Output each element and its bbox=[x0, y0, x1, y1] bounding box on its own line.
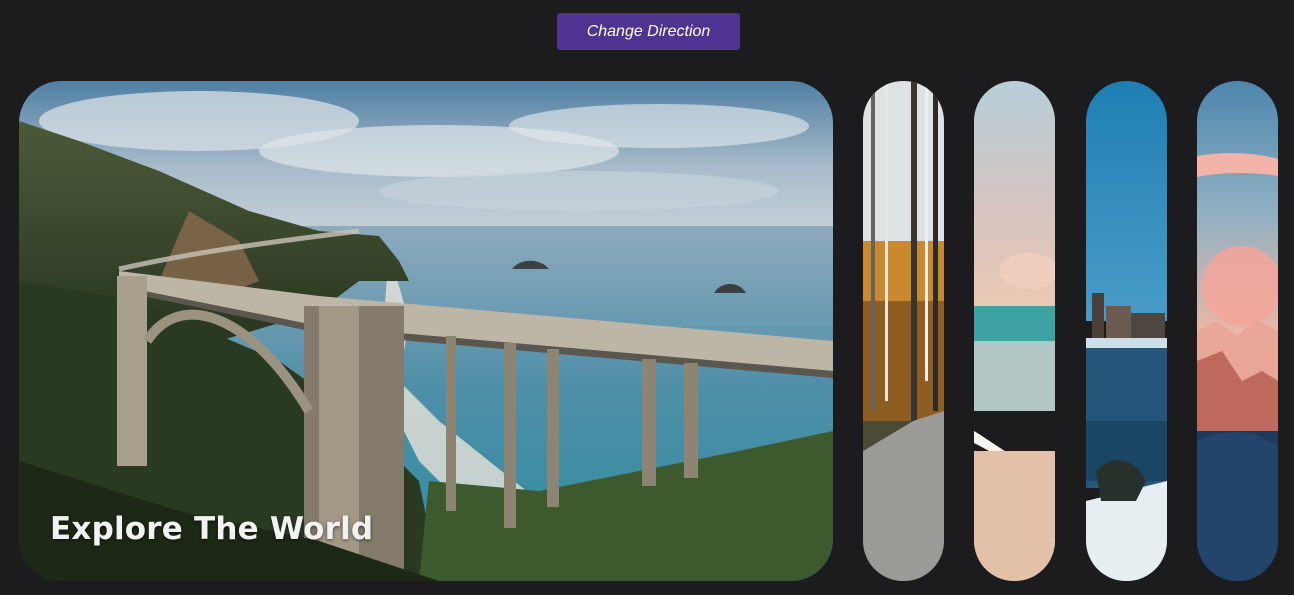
gallery-panel-snowy-lakeside-city[interactable] bbox=[1086, 81, 1167, 581]
snowy-city-image bbox=[1086, 81, 1167, 581]
gallery-panel-coastal-bridge[interactable]: Explore The World bbox=[19, 81, 833, 581]
pink-mountains-image bbox=[1197, 81, 1278, 581]
gallery-panel-autumn-forest-path[interactable] bbox=[863, 81, 944, 581]
toolbar: Change Direction bbox=[0, 0, 1294, 70]
gallery-panel-pink-mountains[interactable] bbox=[1197, 81, 1278, 581]
coastal-bridge-image bbox=[19, 81, 833, 581]
panel-caption: Explore The World bbox=[50, 511, 374, 547]
autumn-forest-image bbox=[863, 81, 944, 581]
gallery-panel-sunset-beach[interactable] bbox=[974, 81, 1055, 581]
change-direction-button[interactable]: Change Direction bbox=[557, 13, 740, 50]
sunset-beach-image bbox=[974, 81, 1055, 581]
